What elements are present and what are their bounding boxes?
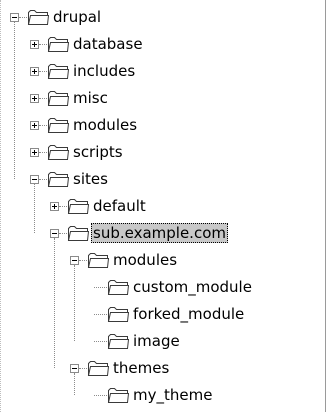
tree-connector-line <box>79 368 87 369</box>
folder-icon[interactable] <box>47 116 70 134</box>
expand-toggle-scripts-icon[interactable] <box>30 148 39 157</box>
tree-connector-line <box>19 17 27 18</box>
tree-connector-line <box>39 179 47 180</box>
folder-icon[interactable] <box>87 359 110 377</box>
folder-icon[interactable] <box>107 332 130 350</box>
tree-item-includes[interactable]: includes <box>71 61 137 81</box>
folder-icon[interactable] <box>27 8 50 26</box>
tree-guide-line <box>74 265 75 341</box>
tree-guide-line <box>14 22 15 179</box>
folder-icon[interactable] <box>67 197 90 215</box>
tree-connector-line <box>39 152 47 153</box>
tree-item-default[interactable]: default <box>91 196 148 216</box>
tree-connector-line <box>59 233 67 234</box>
expand-toggle-includes-icon[interactable] <box>30 67 39 76</box>
collapse-toggle-root-icon[interactable] <box>10 13 19 22</box>
tree-connector-line <box>39 71 47 72</box>
collapse-toggle-themes-icon[interactable] <box>70 364 79 373</box>
tree-connector-line <box>79 260 87 261</box>
tree-item-image[interactable]: image <box>131 331 182 351</box>
tree-item-custom-module[interactable]: custom_module <box>131 277 254 297</box>
tree-connector-line <box>94 287 107 288</box>
tree-item-sub-modules[interactable]: modules <box>111 250 179 270</box>
tree-connector-line <box>39 44 47 45</box>
tree-connector-line <box>59 206 67 207</box>
tree-item-my-theme[interactable]: my_theme <box>131 385 214 405</box>
folder-icon[interactable] <box>107 386 130 404</box>
expand-toggle-misc-icon[interactable] <box>30 94 39 103</box>
folder-icon[interactable] <box>47 89 70 107</box>
tree-item-misc[interactable]: misc <box>71 88 110 108</box>
tree-connector-line <box>94 341 107 342</box>
tree-guide-line <box>34 184 35 233</box>
folder-icon[interactable] <box>47 170 70 188</box>
tree-connector-line <box>94 314 107 315</box>
folder-icon[interactable] <box>47 62 70 80</box>
folder-icon[interactable] <box>67 224 90 242</box>
folder-icon[interactable] <box>47 35 70 53</box>
tree-item-database[interactable]: database <box>71 34 145 54</box>
folder-icon[interactable] <box>107 305 130 323</box>
expand-toggle-default-icon[interactable] <box>50 202 59 211</box>
folder-tree: drupal database includes misc modules scripts… <box>0 0 326 412</box>
tree-item-sub-example-com[interactable]: sub.example.com <box>91 223 228 243</box>
tree-connector-line <box>39 125 47 126</box>
tree-item-sites[interactable]: sites <box>71 169 110 189</box>
folder-icon[interactable] <box>87 251 110 269</box>
tree-item-forked-module[interactable]: forked_module <box>131 304 246 324</box>
tree-guide-line <box>54 238 55 368</box>
collapse-toggle-sites-icon[interactable] <box>30 175 39 184</box>
left-guide-line <box>0 0 2 412</box>
tree-item-scripts[interactable]: scripts <box>71 142 125 162</box>
tree-item-modules[interactable]: modules <box>71 115 139 135</box>
tree-item-themes[interactable]: themes <box>111 358 171 378</box>
tree-connector-line <box>94 395 107 396</box>
folder-icon[interactable] <box>47 143 70 161</box>
expand-toggle-database-icon[interactable] <box>30 40 39 49</box>
folder-icon[interactable] <box>107 278 130 296</box>
collapse-toggle-sub-modules-icon[interactable] <box>70 256 79 265</box>
tree-item-root[interactable]: drupal <box>51 7 103 27</box>
collapse-toggle-sub-example-com-icon[interactable] <box>50 229 59 238</box>
tree-guide-line <box>74 373 75 395</box>
tree-connector-line <box>39 98 47 99</box>
expand-toggle-modules-icon[interactable] <box>30 121 39 130</box>
